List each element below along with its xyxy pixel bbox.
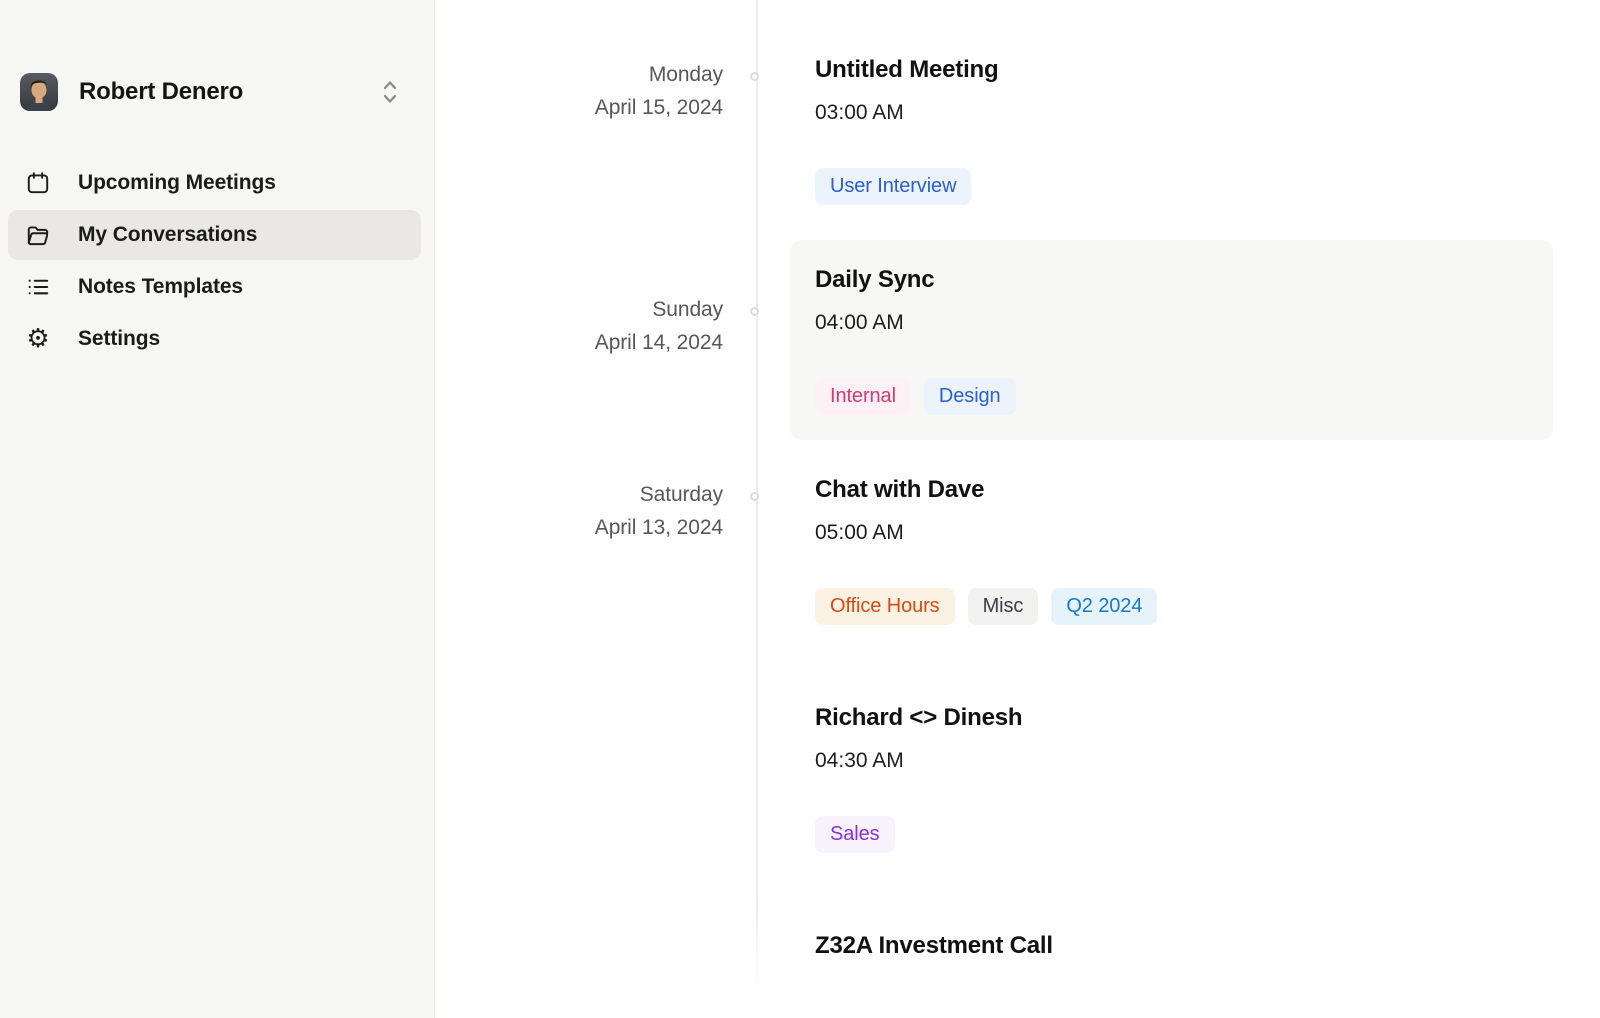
user-profile[interactable]: Robert Denero bbox=[20, 73, 416, 111]
meeting-title: Richard <> Dinesh bbox=[815, 703, 1528, 733]
tag-design[interactable]: Design bbox=[924, 378, 1016, 415]
meeting-title: Daily Sync bbox=[815, 265, 1528, 295]
meeting-card[interactable]: Daily Sync 04:00 AM Internal Design bbox=[790, 240, 1553, 440]
meeting-time: 04:00 AM bbox=[815, 310, 1528, 336]
meeting-card[interactable]: Z32A Investment Call bbox=[815, 931, 1528, 961]
meeting-card[interactable]: Untitled Meeting 03:00 AM User Interview bbox=[815, 55, 1528, 205]
meeting-title: Z32A Investment Call bbox=[815, 931, 1528, 961]
meeting-title: Chat with Dave bbox=[815, 475, 1528, 505]
app-window: Robert Denero Upcoming Meetings My Conver… bbox=[0, 0, 1600, 1018]
tag-sales[interactable]: Sales bbox=[815, 816, 895, 853]
meeting-tags: Sales bbox=[815, 816, 1528, 853]
timeline-view: MondayApril 15, 2024 Untitled Meeting 03:0… bbox=[435, 0, 1600, 1018]
tag-misc[interactable]: Misc bbox=[968, 588, 1039, 625]
day-label: Sunday bbox=[435, 293, 723, 326]
meeting-card[interactable]: Richard <> Dinesh 04:30 AM Sales bbox=[815, 703, 1528, 853]
meeting-title: Untitled Meeting bbox=[815, 55, 1528, 85]
calendar-icon bbox=[25, 170, 51, 196]
meetings-column: Chat with Dave 05:00 AM Office Hours Misc Q2… bbox=[757, 475, 1600, 961]
folder-icon bbox=[25, 222, 51, 248]
sidebar-item-upcoming-meetings[interactable]: Upcoming Meetings bbox=[8, 158, 421, 208]
sidebar-item-label: Upcoming Meetings bbox=[78, 171, 276, 195]
date-group: MondayApril 15, 2024 Untitled Meeting 03:0… bbox=[435, 55, 1600, 205]
meeting-time: 03:00 AM bbox=[815, 100, 1528, 126]
timeline-dot bbox=[750, 72, 759, 81]
chevron-up-down-icon[interactable] bbox=[382, 79, 398, 105]
date-label: April 14, 2024 bbox=[435, 326, 723, 359]
timeline-dot bbox=[750, 307, 759, 316]
meeting-tags: User Interview bbox=[815, 168, 1528, 205]
meeting-time: 04:30 AM bbox=[815, 748, 1528, 774]
meeting-time: 05:00 AM bbox=[815, 520, 1528, 546]
list-icon bbox=[25, 274, 51, 300]
day-label: Monday bbox=[435, 58, 723, 91]
sidebar-item-my-conversations[interactable]: My Conversations bbox=[8, 210, 421, 260]
meeting-card[interactable]: Chat with Dave 05:00 AM Office Hours Misc Q2… bbox=[815, 475, 1528, 625]
date-column: SaturdayApril 13, 2024 bbox=[435, 475, 757, 961]
sidebar-item-label: Settings bbox=[78, 327, 160, 351]
tag-q2-2024[interactable]: Q2 2024 bbox=[1051, 588, 1157, 625]
meeting-tags: Office Hours Misc Q2 2024 bbox=[815, 588, 1528, 625]
date-group: SundayApril 14, 2024 Daily Sync 04:00 AM In… bbox=[435, 265, 1600, 415]
date-group: SaturdayApril 13, 2024 Chat with Dave 05:0… bbox=[435, 475, 1600, 961]
timeline-dot bbox=[750, 492, 759, 501]
sidebar-item-settings[interactable]: ⚙ Settings bbox=[8, 314, 421, 364]
gear-icon: ⚙ bbox=[25, 326, 51, 352]
day-label: Saturday bbox=[435, 478, 723, 511]
sidebar-item-label: My Conversations bbox=[78, 223, 257, 247]
date-label: April 15, 2024 bbox=[435, 91, 723, 124]
sidebar: Robert Denero Upcoming Meetings My Conver… bbox=[0, 0, 435, 1018]
meeting-groups: MondayApril 15, 2024 Untitled Meeting 03:0… bbox=[435, 0, 1600, 961]
sidebar-nav: Upcoming Meetings My Conversations Notes T… bbox=[0, 158, 434, 366]
tag-user-interview[interactable]: User Interview bbox=[815, 168, 971, 205]
meetings-column: Untitled Meeting 03:00 AM User Interview bbox=[757, 55, 1600, 205]
sidebar-item-notes-templates[interactable]: Notes Templates bbox=[8, 262, 421, 312]
date-column: SundayApril 14, 2024 bbox=[435, 265, 757, 415]
date-column: MondayApril 15, 2024 bbox=[435, 55, 757, 205]
user-name: Robert Denero bbox=[79, 78, 382, 106]
date-label: April 13, 2024 bbox=[435, 511, 723, 544]
meetings-column: Daily Sync 04:00 AM Internal Design bbox=[757, 265, 1600, 415]
avatar bbox=[20, 73, 58, 111]
sidebar-item-label: Notes Templates bbox=[78, 275, 243, 299]
meeting-tags: Internal Design bbox=[815, 378, 1528, 415]
tag-internal[interactable]: Internal bbox=[815, 378, 911, 415]
tag-office-hours[interactable]: Office Hours bbox=[815, 588, 955, 625]
